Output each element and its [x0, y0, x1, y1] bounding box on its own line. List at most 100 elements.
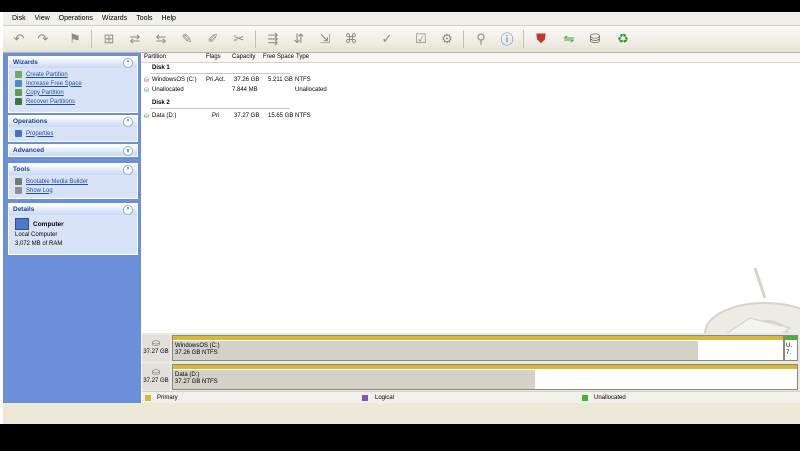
hard-drive-icon: ⛀ — [151, 367, 161, 378]
recovery-icon[interactable]: ♻ — [613, 29, 633, 48]
backup-icon[interactable]: ⛁ — [585, 29, 605, 48]
split-icon[interactable]: ⇵ — [289, 29, 309, 48]
menu-operations[interactable]: Operations — [59, 15, 93, 22]
move-resize-icon[interactable]: ⇄ — [125, 29, 145, 48]
create-partition-icon[interactable]: ⊞ — [99, 29, 119, 48]
increase-free-space-link[interactable]: Increase Free Space — [15, 79, 131, 88]
toolbar-separator — [523, 30, 524, 48]
primary-strip — [173, 336, 783, 340]
computer-description: Local Computer — [15, 232, 58, 238]
properties-icon[interactable]: ☑ — [411, 29, 431, 48]
col-type[interactable]: Type — [296, 54, 309, 60]
expand-icon[interactable]: v — [123, 145, 133, 156]
copy-partition-link[interactable]: Copy Partition — [15, 88, 131, 97]
details-header[interactable]: Details ^ — [9, 204, 137, 215]
operations-header[interactable]: Operations ^ — [9, 116, 137, 127]
bootable-media-builder-link[interactable]: Bootable Media Builder — [15, 177, 131, 186]
partition-info: 37.26 GB NTFS — [175, 350, 218, 356]
hard-drive-icon: ⛀ — [151, 338, 161, 349]
operations-panel: Operations ^ Properties — [8, 115, 138, 142]
collapse-icon[interactable]: ^ — [123, 57, 133, 68]
copy-partition-icon — [15, 89, 22, 96]
recover-partitions-icon — [15, 98, 22, 105]
label-icon[interactable]: ⇲ — [315, 29, 335, 48]
disk1-size: 37.27 GB — [143, 349, 169, 355]
partition-capacity: 37.27 GB — [234, 113, 260, 119]
disk2-size: 37.27 GB — [143, 378, 169, 384]
disk2-label: Disk 2 — [152, 100, 170, 106]
defrag-icon[interactable]: ⌘ — [341, 29, 361, 48]
disk1-label: Disk 1 — [152, 65, 170, 71]
delete-icon[interactable]: ⇆ — [151, 29, 171, 48]
table-row[interactable]: ⛁ Data (D:) Pri 37.27 GB 15.65 GB NTFS — [142, 112, 800, 121]
wizards-header[interactable]: Wizards ^ — [9, 57, 137, 68]
partition-bar-windows[interactable]: WindowsOS (C:) 37.26 GB NTFS — [172, 335, 784, 361]
col-free-space[interactable]: Free Space — [263, 54, 294, 60]
toolbar-separator — [255, 30, 256, 48]
collapse-icon[interactable]: ^ — [123, 116, 133, 127]
partition-free: 5.211 GB — [268, 77, 293, 83]
operations-title: Operations — [13, 118, 48, 125]
menu-help[interactable]: Help — [162, 15, 176, 22]
disk2-map-label[interactable]: ⛀ 37.27 GB — [142, 364, 170, 390]
migrate-icon[interactable]: ⇋ — [559, 29, 579, 48]
legend-unallocated: Unallocated — [594, 395, 626, 401]
wizards-panel: Wizards ^ Create Partition Increase Free… — [8, 56, 138, 113]
col-flags[interactable]: Flags — [206, 54, 221, 60]
properties-link[interactable]: Properties — [15, 129, 131, 138]
menu-view[interactable]: View — [35, 15, 50, 22]
hide-icon[interactable]: ✐ — [203, 29, 223, 48]
legend-logical: Logical — [375, 395, 395, 401]
redo-icon[interactable]: ↷ — [33, 29, 53, 48]
status-bar — [3, 403, 800, 424]
menu-tools[interactable]: Tools — [136, 15, 152, 22]
create-bootable-icon[interactable]: ⛊ — [531, 29, 551, 48]
bootable-media-builder-label: Bootable Media Builder — [26, 178, 89, 185]
copy-icon[interactable]: ✂ — [229, 29, 249, 48]
recover-partitions-label: Recover Partitions — [26, 98, 76, 105]
bootable-media-icon — [15, 178, 22, 185]
collapse-icon[interactable]: ^ — [123, 204, 133, 215]
format-icon[interactable]: ✎ — [177, 29, 197, 48]
menu-disk[interactable]: Disk — [12, 15, 26, 22]
help-icon[interactable]: ⚙ — [437, 29, 457, 48]
partition-flags: Pri — [212, 113, 220, 119]
tools-header[interactable]: Tools ^ — [9, 164, 137, 175]
table-row[interactable]: ⛁ Unallocated 7.844 MB Unallocated — [142, 86, 800, 95]
used-space — [173, 370, 535, 389]
undo-icon[interactable]: ↶ — [9, 29, 29, 48]
unallocated-swatch — [582, 395, 588, 401]
show-log-link[interactable]: Show Log — [15, 186, 131, 195]
partition-info: 37.27 GB NTFS — [175, 379, 218, 385]
disk1-map-label[interactable]: ⛀ 37.27 GB — [142, 335, 170, 361]
advanced-header[interactable]: Advanced v — [9, 145, 137, 156]
apply-icon[interactable]: ⚑ — [65, 29, 85, 48]
info-icon[interactable]: ⚲ — [471, 29, 491, 48]
menu-wizards[interactable]: Wizards — [102, 15, 127, 22]
check-icon[interactable]: ✓ — [377, 29, 397, 48]
recover-partitions-link[interactable]: Recover Partitions — [15, 97, 131, 106]
increase-space-icon — [15, 80, 22, 87]
unallocated-icon: ⛁ — [144, 88, 150, 94]
logical-swatch — [362, 395, 368, 401]
help-circle-icon[interactable]: ⓘ — [497, 29, 517, 48]
advanced-title: Advanced — [13, 147, 45, 154]
disk-header: Disk 1 — [142, 64, 800, 73]
col-capacity[interactable]: Capacity — [232, 54, 255, 60]
partition-bar-unallocated[interactable]: U. 7. — [784, 335, 798, 361]
table-row[interactable]: ⛁ WindowsOS (C:) Pri,Act. 37.26 GB 5.211… — [142, 76, 800, 85]
partition-name: WindowsOS (C:) — [175, 343, 220, 349]
advanced-panel: Advanced v — [8, 144, 138, 157]
title-bar — [0, 0, 800, 12]
merge-icon[interactable]: ⇶ — [263, 29, 283, 48]
sidebar: Wizards ^ Create Partition Increase Free… — [3, 53, 141, 424]
menu-bar: Disk View Operations Wizards Tools Help — [3, 12, 800, 26]
computer-label: Computer — [33, 220, 64, 228]
partition-name: Data (D:) — [152, 113, 177, 119]
details-title: Details — [13, 206, 35, 213]
collapse-icon[interactable]: ^ — [123, 164, 133, 175]
partition-bar-data[interactable]: Data (D:) 37.27 GB NTFS — [172, 364, 798, 390]
col-partition[interactable]: Partition — [144, 54, 166, 60]
create-partition-link[interactable]: Create Partition — [15, 70, 131, 79]
tools-panel: Tools ^ Bootable Media Builder Show Log — [8, 163, 138, 199]
